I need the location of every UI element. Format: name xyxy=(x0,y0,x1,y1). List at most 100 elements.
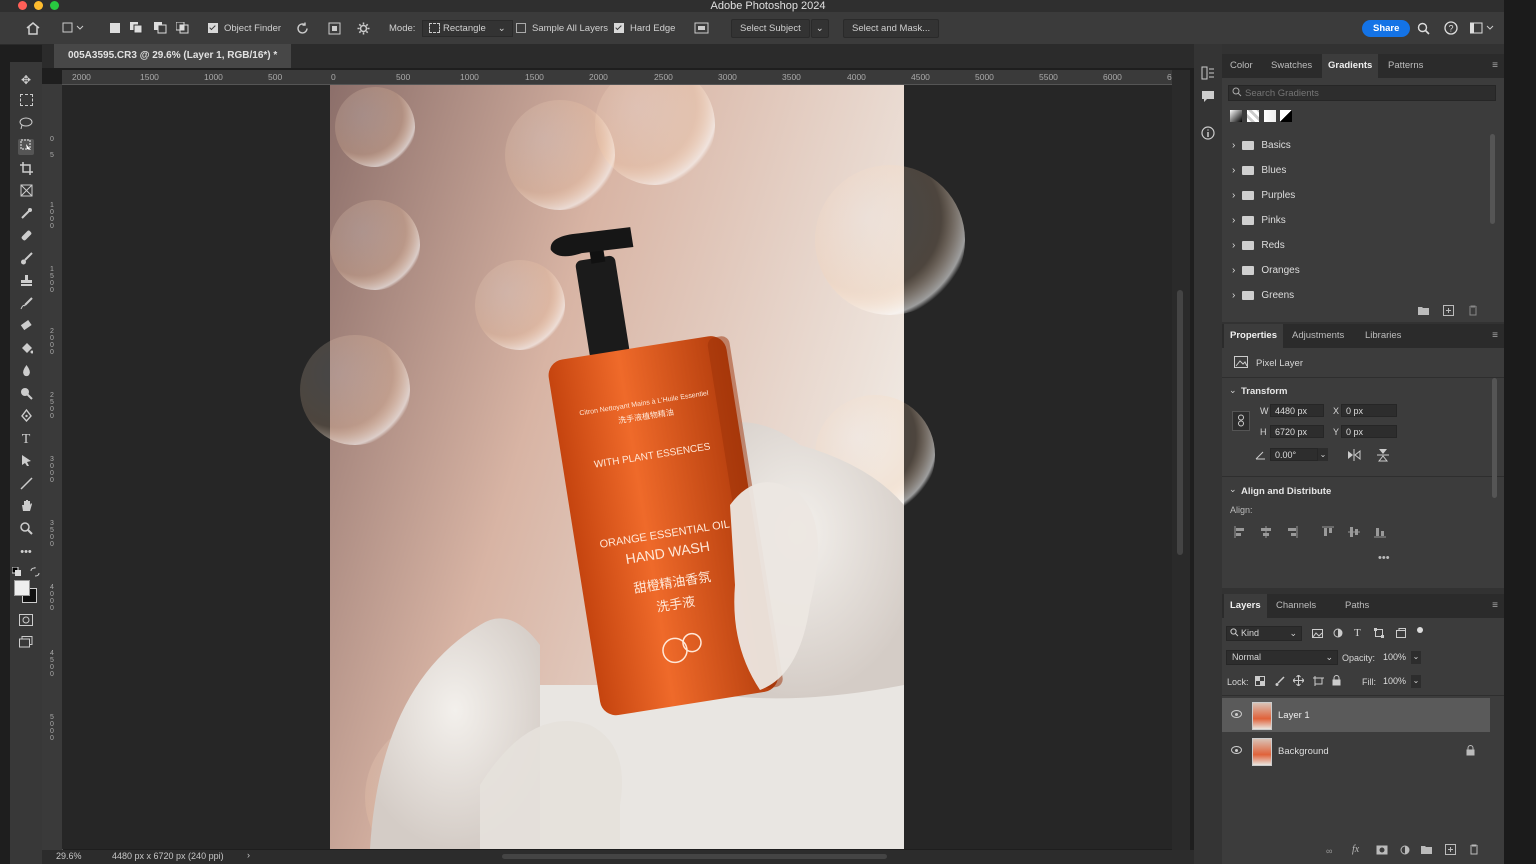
fill-dropdown-icon[interactable]: ⌄ xyxy=(1411,675,1421,688)
tab-swatches[interactable]: Swatches xyxy=(1265,54,1318,78)
lock-all-icon[interactable] xyxy=(1332,675,1341,689)
height-field[interactable]: 6720 px xyxy=(1270,425,1324,438)
select-and-mask-button[interactable]: Select and Mask... xyxy=(843,12,940,44)
filter-type-icon[interactable]: T xyxy=(1354,627,1361,639)
vertical-ruler[interactable]: 0 5 1000 1500 2000 2500 3000 3500 4000 4500 5000 xyxy=(42,84,63,850)
select-subject-button[interactable]: Select Subject ⌄ xyxy=(731,12,829,44)
horizontal-scroll-thumb[interactable] xyxy=(502,854,887,859)
gradient-search-input[interactable] xyxy=(1245,86,1485,100)
gradient-folder[interactable]: › Pinks xyxy=(1232,213,1286,227)
healing-brush-tool-icon[interactable] xyxy=(18,229,34,245)
lock-transparent-icon[interactable] xyxy=(1255,676,1265,689)
new-group-folder-icon[interactable] xyxy=(1418,306,1430,319)
sample-all-layers-checkbox[interactable]: Sample All Layers xyxy=(516,12,608,44)
layer-lock-icon[interactable] xyxy=(1466,745,1475,759)
share-button[interactable]: Share xyxy=(1362,19,1411,37)
hard-edge-check-icon[interactable] xyxy=(614,23,624,33)
layer-name[interactable]: Layer 1 xyxy=(1278,710,1310,721)
flip-vertical-icon[interactable] xyxy=(1377,448,1389,465)
clone-stamp-tool-icon[interactable] xyxy=(18,274,34,290)
gradient-folder[interactable]: › Purples xyxy=(1232,188,1295,202)
brush-tool-icon[interactable] xyxy=(18,252,34,268)
blend-mode-select[interactable]: Normal ⌄ xyxy=(1226,650,1338,665)
move-tool-icon[interactable]: ✥ xyxy=(18,72,34,88)
gradient-swatch[interactable] xyxy=(1280,110,1293,122)
delete-layer-icon[interactable] xyxy=(1469,844,1479,858)
more-tools-icon[interactable]: ••• xyxy=(18,544,34,560)
lock-artboard-icon[interactable] xyxy=(1313,676,1324,689)
vertical-scroll-thumb[interactable] xyxy=(1177,290,1183,555)
angle-field[interactable]: 0.00° xyxy=(1270,448,1318,461)
document-tab[interactable]: 005A3595.CR3 @ 29.6% (Layer 1, RGB/16*) … xyxy=(54,44,292,68)
tab-properties[interactable]: Properties xyxy=(1224,324,1283,348)
object-finder-checkbox[interactable]: Object Finder xyxy=(208,12,281,44)
settings-gear-icon[interactable] xyxy=(357,12,370,44)
eyedropper-tool-icon[interactable] xyxy=(18,207,34,223)
align-chevron-icon[interactable]: ⌄ xyxy=(1229,484,1237,495)
tab-patterns[interactable]: Patterns xyxy=(1382,54,1429,78)
gradient-folder[interactable]: › Greens xyxy=(1232,288,1294,302)
gradient-search-box[interactable] xyxy=(1228,85,1496,101)
tab-adjustments[interactable]: Adjustments xyxy=(1286,324,1350,348)
new-layer-icon[interactable] xyxy=(1445,844,1456,858)
gradient-swatch[interactable] xyxy=(1246,110,1259,122)
tab-channels[interactable]: Channels xyxy=(1270,594,1322,618)
tab-paths[interactable]: Paths xyxy=(1339,594,1375,618)
line-tool-icon[interactable] xyxy=(18,477,34,493)
horizontal-ruler[interactable]: 2000 1500 1000 500 0 500 1000 1500 2000 2500 3000 3… xyxy=(62,70,1176,85)
color-swatches[interactable] xyxy=(14,580,37,603)
home-icon[interactable] xyxy=(26,12,40,44)
gradient-swatch[interactable] xyxy=(1230,110,1242,122)
selection-subtract-icon[interactable] xyxy=(154,12,168,44)
refresh-icon[interactable] xyxy=(296,12,309,44)
align-section-title[interactable]: Align and Distribute xyxy=(1241,486,1331,497)
history-brush-tool-icon[interactable] xyxy=(18,297,34,313)
x-field[interactable]: 0 px xyxy=(1341,404,1397,417)
document-canvas[interactable]: Citron Nettoyant Mains à L'Huile Essenti… xyxy=(62,65,1172,864)
add-mask-icon[interactable] xyxy=(1376,845,1388,858)
canvas-area[interactable]: Citron Nettoyant Mains à L'Huile Essenti… xyxy=(62,65,1172,864)
object-selection-tool-icon[interactable] xyxy=(18,139,34,155)
path-selection-tool-icon[interactable] xyxy=(18,454,34,470)
y-field[interactable]: 0 px xyxy=(1341,425,1397,438)
tab-gradients[interactable]: Gradients xyxy=(1322,54,1379,78)
align-bottom-icon[interactable] xyxy=(1374,526,1386,541)
tab-layers[interactable]: Layers xyxy=(1224,594,1267,618)
angle-dropdown-icon[interactable]: ⌄ xyxy=(1318,448,1328,461)
vertical-scrollbar[interactable] xyxy=(1172,70,1190,850)
filter-kind-select[interactable]: Kind ⌄ xyxy=(1226,626,1302,641)
history-panel-icon[interactable] xyxy=(1201,66,1215,83)
gradients-panel-menu-icon[interactable]: ≡ xyxy=(1492,60,1498,71)
search-icon[interactable] xyxy=(1417,12,1430,44)
tab-libraries[interactable]: Libraries xyxy=(1359,324,1407,348)
adjustment-layer-icon[interactable] xyxy=(1400,845,1410,858)
filter-toggle-icon[interactable] xyxy=(1417,627,1423,633)
visibility-eye-icon[interactable] xyxy=(1231,710,1242,718)
show-all-objects-icon[interactable] xyxy=(328,12,341,44)
hard-edge-checkbox[interactable]: Hard Edge xyxy=(614,12,675,44)
transform-section-title[interactable]: Transform xyxy=(1241,386,1287,397)
more-options-icon[interactable]: ••• xyxy=(1378,552,1390,564)
properties-panel-menu-icon[interactable]: ≡ xyxy=(1492,330,1498,341)
screen-mode-icon[interactable] xyxy=(18,636,34,652)
gradient-folder[interactable]: › Oranges xyxy=(1232,263,1300,277)
flip-horizontal-icon[interactable] xyxy=(1347,449,1361,464)
selection-intersect-icon[interactable] xyxy=(176,12,190,44)
paint-bucket-tool-icon[interactable] xyxy=(18,342,34,358)
gradient-folder[interactable]: › Blues xyxy=(1232,163,1286,177)
share-button-wrap[interactable]: Share xyxy=(1362,12,1411,44)
zoom-level[interactable]: 29.6% xyxy=(56,851,82,861)
default-colors-icon[interactable] xyxy=(11,565,22,576)
blur-tool-icon[interactable] xyxy=(18,364,34,380)
zoom-tool-icon[interactable] xyxy=(18,522,34,538)
select-subject-dropdown-icon[interactable]: ⌄ xyxy=(810,18,829,38)
refine-edge-icon[interactable] xyxy=(694,12,710,44)
gradients-scrollbar[interactable] xyxy=(1490,134,1495,224)
filter-smart-object-icon[interactable] xyxy=(1396,628,1406,641)
pen-tool-icon[interactable] xyxy=(18,408,34,425)
filter-pixel-icon[interactable] xyxy=(1312,629,1323,641)
info-panel-icon[interactable] xyxy=(1201,126,1215,143)
workspace-icon[interactable] xyxy=(1470,12,1494,44)
opacity-dropdown-icon[interactable]: ⌄ xyxy=(1411,651,1421,664)
new-gradient-icon[interactable] xyxy=(1443,305,1454,319)
